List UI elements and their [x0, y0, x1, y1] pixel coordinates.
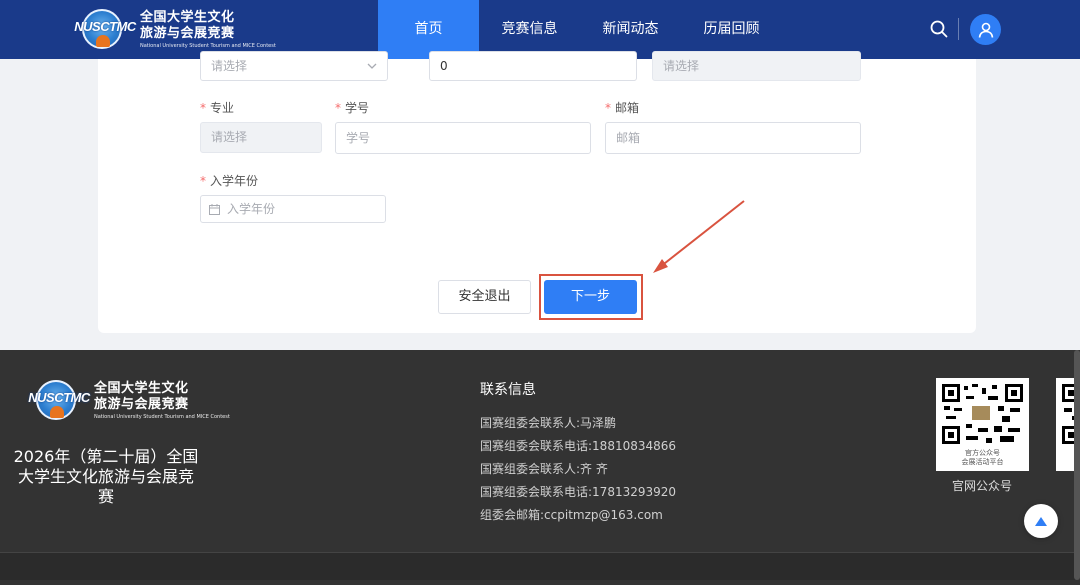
site-logo[interactable]: NUSCTMC 全国大学生文化 旅游与会展竞赛 National Univers…: [74, 7, 276, 51]
email-label: * 邮箱: [605, 99, 639, 116]
footer-logo-line1: 全国大学生文化: [94, 380, 189, 396]
header-divider: [958, 18, 959, 40]
enroll-year-label-text: 入学年份: [210, 174, 259, 188]
search-icon[interactable]: [929, 19, 949, 39]
user-avatar[interactable]: [970, 14, 1001, 45]
page-scrollbar[interactable]: [1074, 350, 1080, 580]
required-mark: *: [335, 101, 341, 115]
number-top-value: 0: [440, 59, 448, 73]
footer-logo-tagline: National University Student Tourism and …: [94, 413, 230, 420]
caret-up-icon: [1035, 516, 1047, 526]
site-footer: NUSCTMC 全国大学生文化 旅游与会展竞赛 National Univers…: [0, 350, 1080, 585]
logo-emblem-icon: NUSCTMC: [74, 7, 136, 51]
student-id-label-text: 学号: [345, 101, 370, 115]
safe-exit-button[interactable]: 安全退出: [438, 280, 531, 314]
footer-logo: NUSCTMC 全国大学生文化 旅游与会展竞赛 National Univers…: [28, 378, 230, 422]
footer-title-line2: 大学生文化旅游与会展竞: [17, 467, 194, 486]
footer-logo-emblem-icon: NUSCTMC: [28, 378, 90, 422]
footer-title-line3: 赛: [97, 487, 114, 506]
registration-form-card: 请选择 0 请选择 * 专业 * 学号 * 邮箱 请选择 学号 邮箱 * 入学年份 入学…: [98, 51, 976, 333]
enroll-year-picker[interactable]: 入学年份: [200, 195, 386, 223]
major-placeholder: 请选择: [211, 130, 248, 144]
qr-caption: 官网公众号: [952, 479, 1013, 493]
chevron-down-icon: [367, 63, 377, 69]
disabled-top-placeholder: 请选择: [663, 59, 700, 73]
contact-heading: 联系信息: [480, 382, 536, 398]
email-input[interactable]: 邮箱: [605, 122, 861, 154]
calendar-icon: [209, 204, 220, 215]
footer-bottom-bar: [0, 552, 1076, 580]
student-id-placeholder: 学号: [346, 131, 371, 145]
annotation-arrow-icon: [653, 200, 745, 273]
qr-code-official: 官方公众号 会展活动平台: [936, 378, 1029, 471]
email-label-text: 邮箱: [615, 101, 640, 115]
qr-inner-line2: 会展活动平台: [961, 458, 1004, 466]
back-to-top-button[interactable]: [1024, 504, 1058, 538]
major-select: 请选择: [200, 122, 322, 153]
contact-email: 组委会邮箱:ccpitmzp@163.com: [480, 508, 663, 522]
email-placeholder: 邮箱: [616, 131, 641, 145]
logo-abbr: NUSCTMC: [74, 19, 136, 34]
contact-line: 国赛组委会联系电话:17813293920: [480, 485, 677, 499]
footer-contest-title: 2026年（第二十届）全国 大学生文化旅游与会展竞 赛: [0, 447, 212, 507]
annotation-highlight-box: [539, 274, 643, 320]
qr-code-icon: [942, 384, 1023, 444]
footer-logo-line2: 旅游与会展竞赛: [94, 396, 189, 412]
number-field-top[interactable]: 0: [429, 51, 637, 81]
enroll-year-label: * 入学年份: [200, 172, 258, 189]
logo-line1: 全国大学生文化: [140, 9, 235, 25]
footer-logo-abbr: NUSCTMC: [28, 390, 90, 405]
student-id-input[interactable]: 学号: [335, 122, 591, 154]
select-field-top[interactable]: 请选择: [200, 51, 388, 81]
required-mark: *: [605, 101, 611, 115]
enroll-year-placeholder: 入学年份: [227, 202, 276, 216]
required-mark: *: [200, 174, 206, 188]
required-mark: *: [200, 101, 206, 115]
contact-line: 国赛组委会联系人:齐 齐: [480, 462, 608, 476]
major-label-text: 专业: [210, 101, 235, 115]
disabled-select-top: 请选择: [652, 51, 861, 81]
logo-tagline: National University Student Tourism and …: [140, 42, 276, 49]
user-icon: [978, 22, 993, 38]
qr-inner-line1: 官方公众号: [965, 449, 1000, 457]
major-label: * 专业: [200, 99, 234, 116]
contact-line: 国赛组委会联系电话:18810834866: [480, 439, 677, 453]
footer-title-line1: 2026年（第二十届）全国: [13, 447, 199, 466]
select-top-placeholder: 请选择: [211, 59, 248, 73]
contact-line: 国赛组委会联系人:马泽鹏: [480, 416, 617, 430]
student-id-label: * 学号: [335, 99, 369, 116]
logo-line2: 旅游与会展竞赛: [140, 25, 235, 41]
